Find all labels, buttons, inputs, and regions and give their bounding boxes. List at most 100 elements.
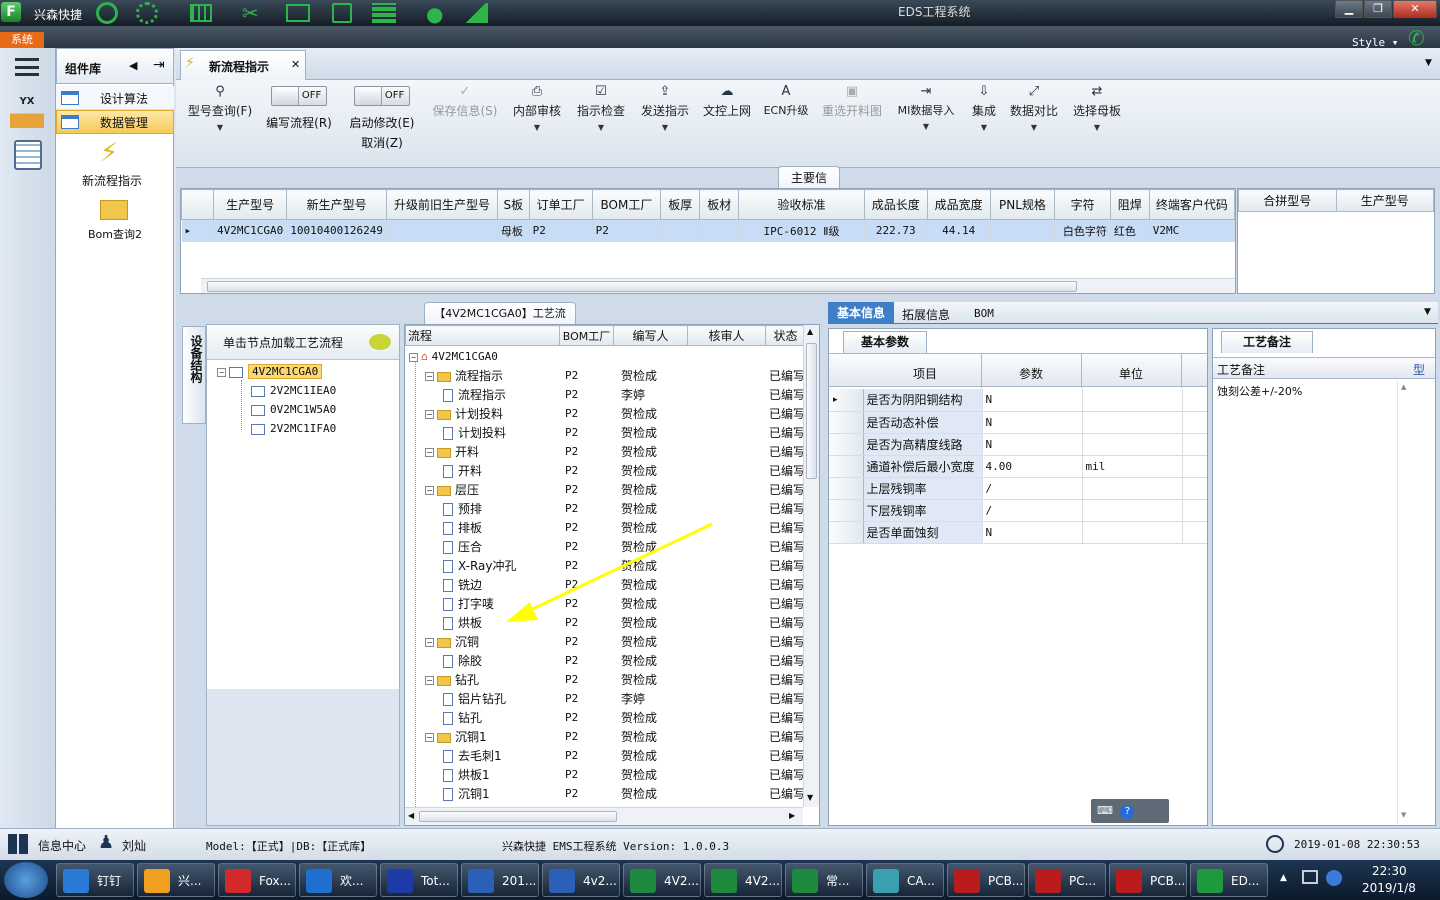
flow-row[interactable]: − 开料 P2 贺检成 已编写 xyxy=(405,442,805,461)
col-header[interactable]: 生产型号 xyxy=(1335,189,1434,212)
param-row[interactable]: 通道补偿后最小宽度 4.00 mil xyxy=(829,455,1207,478)
param-cell-item[interactable]: 上层残铜率 xyxy=(863,477,983,500)
param-cell-item[interactable]: 是否为高精度线路 xyxy=(863,433,983,456)
flow-row[interactable]: 钻孔 P2 贺检成 已编写 xyxy=(405,708,805,727)
keyboard-icon[interactable]: ⌨ xyxy=(1097,804,1113,817)
pin-icon[interactable]: ⇥ xyxy=(153,57,165,73)
scrollbar-thumb[interactable] xyxy=(207,281,1077,292)
scrollbar-thumb[interactable] xyxy=(419,811,617,822)
cell[interactable]: P2 xyxy=(592,219,662,242)
col-header[interactable]: 编写人 xyxy=(613,325,688,346)
taskbar-item[interactable]: CA... xyxy=(866,863,944,897)
component-item-design-algorithm[interactable]: 设计算法 xyxy=(56,86,174,110)
taskbar-item[interactable]: 钉钉 xyxy=(56,863,134,897)
collapse-icon[interactable]: − xyxy=(409,352,418,362)
param-cell-value[interactable]: 4.00 xyxy=(982,455,1083,478)
taskbar-item[interactable]: 兴... xyxy=(137,863,215,897)
flow-row[interactable]: 沉铜1 P2 贺检成 已编写 xyxy=(405,784,805,803)
edit-flow-toggle[interactable]: OFF xyxy=(271,86,327,106)
grid-icon[interactable] xyxy=(190,4,212,22)
target-icon[interactable] xyxy=(136,2,158,24)
param-row[interactable]: 上层残铜率 / xyxy=(829,477,1207,500)
structure-side-tab[interactable]: 设备结构 xyxy=(182,326,206,424)
col-header[interactable]: 阻焊 xyxy=(1109,189,1150,220)
collapse-icon[interactable]: − xyxy=(425,448,434,457)
cell[interactable] xyxy=(386,219,498,242)
col-header[interactable]: 生产型号 xyxy=(213,189,288,220)
horizontal-scrollbar[interactable] xyxy=(201,278,1235,293)
table-icon[interactable] xyxy=(372,3,396,23)
param-row[interactable]: 下层残铜率 / xyxy=(829,499,1207,522)
model-query-button[interactable]: ⚲ 型号查询(F) ▼ xyxy=(184,82,256,150)
col-header[interactable]: 验收标准 xyxy=(738,189,865,220)
cell[interactable]: 4V2MC1CGA0 xyxy=(213,219,288,242)
col-header[interactable]: 工艺备注 xyxy=(1217,361,1265,378)
param-row[interactable]: ▸ 是否为阴阳铜结构 N xyxy=(829,389,1207,412)
minimize-button[interactable]: ▁ xyxy=(1335,0,1363,18)
col-header[interactable]: BOM工厂 xyxy=(591,189,662,220)
chart-icon[interactable] xyxy=(464,3,488,23)
flow-row[interactable]: 去毛刺1 P2 贺检成 已编写 xyxy=(405,746,805,765)
tree-node[interactable]: 2V2MC1IEA0 xyxy=(251,384,336,397)
component-item-data-management[interactable]: 数据管理 xyxy=(56,110,174,134)
taskbar-item[interactable]: PCB... xyxy=(947,863,1025,897)
col-header[interactable]: 板厚 xyxy=(660,189,701,220)
col-header[interactable]: 项目 xyxy=(913,365,937,382)
tab-extended-info[interactable]: 拓展信息 xyxy=(902,306,950,323)
param-cell-item[interactable]: 是否动态补偿 xyxy=(863,411,983,434)
col-header[interactable]: 核审人 xyxy=(687,325,766,346)
taskbar-item[interactable]: 常... xyxy=(785,863,863,897)
flow-row[interactable]: 除胶 P2 贺检成 已编写 xyxy=(405,651,805,670)
taskbar-item[interactable]: 4V2... xyxy=(623,863,701,897)
windows-icon[interactable] xyxy=(8,834,28,854)
taskbar-item[interactable]: 4v2... xyxy=(542,863,620,897)
taskbar-item[interactable]: 4V2... xyxy=(704,863,782,897)
save-info-button[interactable]: ✓ 保存信息(S) xyxy=(428,82,502,150)
param-cell-value[interactable]: / xyxy=(982,477,1083,500)
taskbar-item[interactable]: 201... xyxy=(461,863,539,897)
cell[interactable] xyxy=(990,219,1056,242)
cancel-label[interactable]: 取消(Z) xyxy=(344,134,420,151)
flow-row[interactable]: − 计划投料 P2 贺检成 已编写 xyxy=(405,404,805,423)
start-button[interactable] xyxy=(4,862,48,898)
search-icon[interactable] xyxy=(96,2,118,24)
col-header[interactable]: PNL规格 xyxy=(989,189,1056,220)
flow-row[interactable]: − 沉铜1 P2 贺检成 已编写 xyxy=(405,727,805,746)
flow-row[interactable]: 流程指示 P2 李婷 已编写 xyxy=(405,385,805,404)
param-cell-unit[interactable] xyxy=(1082,389,1183,412)
param-cell-unit[interactable] xyxy=(1082,433,1183,456)
col-header[interactable]: 型 xyxy=(1413,361,1425,378)
scroll-right-icon[interactable]: ▶ xyxy=(789,811,795,820)
cell[interactable]: V2MC xyxy=(1149,219,1235,242)
keyboard-widget[interactable]: ⌨ ? xyxy=(1091,799,1169,823)
col-header[interactable]: 单位 xyxy=(1119,365,1143,382)
cell[interactable]: 44.14 xyxy=(927,219,991,242)
table-row[interactable]: ▸ 4V2MC1CGA0 10010400126249 母板 P2 P2 IPC… xyxy=(181,219,1235,242)
scrollbar-thumb[interactable] xyxy=(806,343,817,479)
cell[interactable]: IPC-6012 Ⅱ级 xyxy=(738,219,865,242)
param-cell-value[interactable]: N xyxy=(982,433,1083,456)
tree-node[interactable]: 0V2MC1W5A0 xyxy=(251,403,336,416)
factory-icon[interactable]: YX xyxy=(10,96,44,128)
reselect-cut-button[interactable]: ▣ 重选开料图 xyxy=(818,82,886,150)
param-cell-unit[interactable] xyxy=(1082,411,1183,434)
data-compare-button[interactable]: ⤢ 数据对比 ▼ xyxy=(1006,82,1062,150)
scroll-left-icon[interactable]: ◀ xyxy=(408,811,414,820)
cell[interactable]: 10010400126249 xyxy=(286,219,387,242)
taskbar-item[interactable]: PCB... xyxy=(1109,863,1187,897)
system-menu[interactable]: 系统 xyxy=(0,32,44,48)
integrate-button[interactable]: ⇩ 集成 ▼ xyxy=(966,82,1002,150)
taskbar-item[interactable]: Tot... xyxy=(380,863,458,897)
tab-bom[interactable]: BOM xyxy=(974,307,994,320)
collapse-icon[interactable]: − xyxy=(425,410,434,419)
copy-icon[interactable] xyxy=(332,3,352,23)
param-cell-unit[interactable] xyxy=(1082,499,1183,522)
tab-overflow-icon[interactable]: ▼ xyxy=(1424,307,1431,317)
collapse-icon[interactable]: − xyxy=(425,676,434,685)
taskbar-item[interactable]: ED... xyxy=(1190,863,1268,897)
col-header[interactable]: 流程 xyxy=(405,325,560,346)
send-instruction-button[interactable]: ⇪ 发送指示 ▼ xyxy=(636,82,694,150)
tab-basic-info[interactable]: 基本信息 xyxy=(828,302,894,324)
param-cell-value[interactable]: N xyxy=(982,389,1083,412)
col-header[interactable]: 成品长度 xyxy=(863,189,928,220)
